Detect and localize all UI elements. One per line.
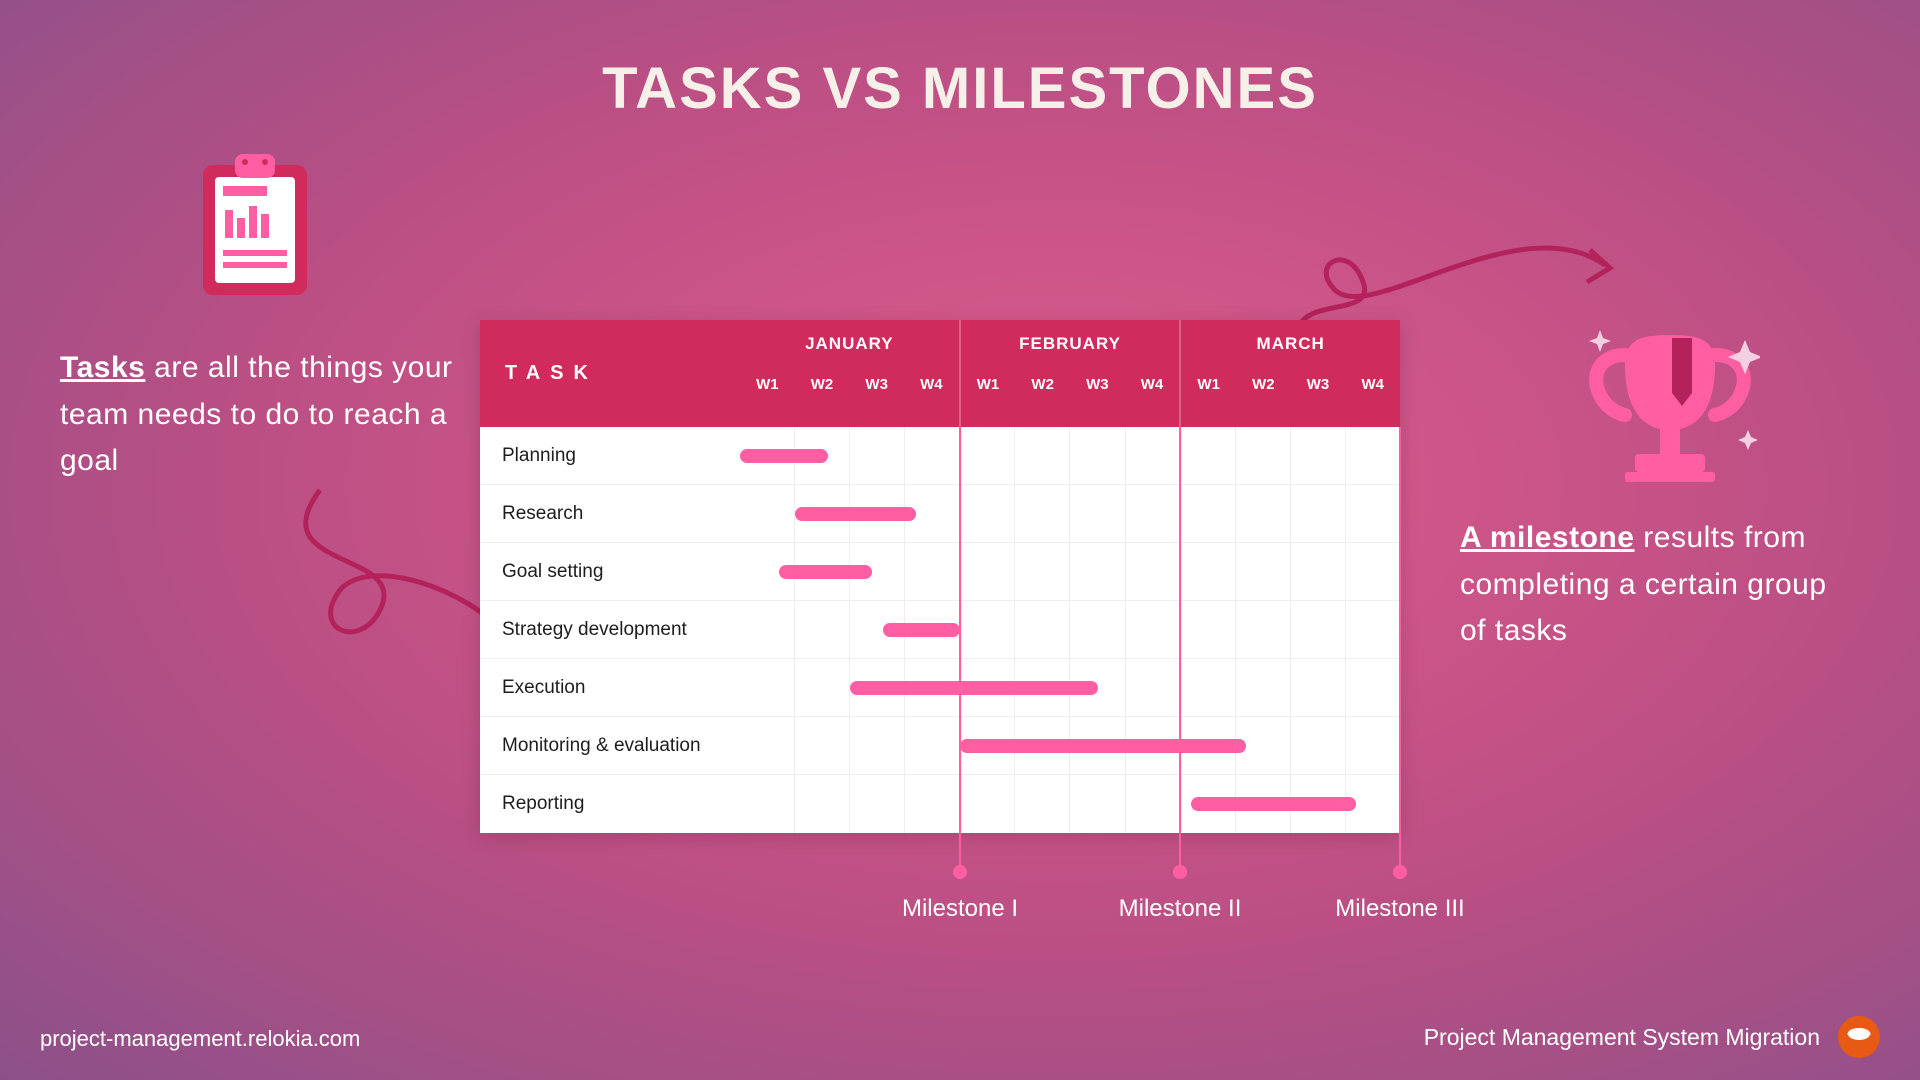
task-label: Planning: [480, 445, 740, 467]
task-row: Strategy development: [480, 601, 1400, 659]
gantt-chart: TASK JANUARYW1W2W3W4FEBRUARYW1W2W3W4MARC…: [480, 320, 1400, 833]
milestone-line: [959, 427, 961, 871]
week-header: W3: [1291, 364, 1346, 407]
milestone-line: [1179, 427, 1181, 871]
task-bar: [960, 739, 1246, 753]
footer-right-text: Project Management System Migration: [1424, 1024, 1820, 1051]
task-bar: [883, 623, 960, 637]
task-row: Research: [480, 485, 1400, 543]
tasks-caption-bold: Tasks: [60, 351, 145, 384]
week-header: W1: [1181, 364, 1236, 407]
page-title: TASKS VS MILESTONES: [0, 55, 1920, 122]
milestone-dot: [1173, 865, 1187, 879]
task-label: Research: [480, 503, 740, 525]
brand-logo-icon: [1838, 1016, 1880, 1058]
week-header: W3: [849, 364, 904, 407]
task-label: Monitoring & evaluation: [480, 735, 740, 757]
task-label: Strategy development: [480, 619, 740, 641]
footer-right: Project Management System Migration: [1424, 1016, 1880, 1058]
tasks-caption: Tasks are all the things your team needs…: [60, 345, 465, 485]
milestone-dot: [953, 865, 967, 879]
trophy-icon: [1580, 320, 1760, 500]
task-row: Monitoring & evaluation: [480, 717, 1400, 775]
month-header: MARCH: [1181, 320, 1400, 364]
task-bar: [1191, 797, 1356, 811]
task-label: Goal setting: [480, 561, 740, 583]
week-header: W4: [1345, 364, 1400, 407]
week-header: W4: [1125, 364, 1180, 407]
milestone-label: Milestone I: [902, 895, 1018, 923]
task-row: Execution: [480, 659, 1400, 717]
week-header: W3: [1070, 364, 1125, 407]
week-header: W2: [1015, 364, 1070, 407]
milestone-label: Milestone II: [1119, 895, 1242, 923]
week-header: W1: [961, 364, 1016, 407]
clipboard-icon: [195, 150, 315, 300]
milestone-caption: A milestone results from completing a ce…: [1460, 515, 1850, 655]
milestone-label: Milestone III: [1335, 895, 1464, 923]
week-header: W4: [904, 364, 959, 407]
task-label: Execution: [480, 677, 740, 699]
task-bar: [795, 507, 916, 521]
footer-url: project-management.relokia.com: [40, 1026, 360, 1052]
task-bar: [740, 449, 828, 463]
week-header: W2: [1236, 364, 1291, 407]
month-header: FEBRUARY: [961, 320, 1180, 364]
task-column-header: TASK: [480, 320, 740, 427]
week-header: W1: [740, 364, 795, 407]
task-bar: [779, 565, 873, 579]
task-label: Reporting: [480, 793, 740, 815]
task-bar: [850, 681, 1098, 695]
week-header: W2: [795, 364, 850, 407]
task-row: Reporting: [480, 775, 1400, 833]
month-header: JANUARY: [740, 320, 959, 364]
milestone-caption-bold: A milestone: [1460, 521, 1634, 554]
milestone-dot: [1393, 865, 1407, 879]
milestone-line: [1399, 427, 1401, 871]
task-row: Planning: [480, 427, 1400, 485]
task-row: Goal setting: [480, 543, 1400, 601]
